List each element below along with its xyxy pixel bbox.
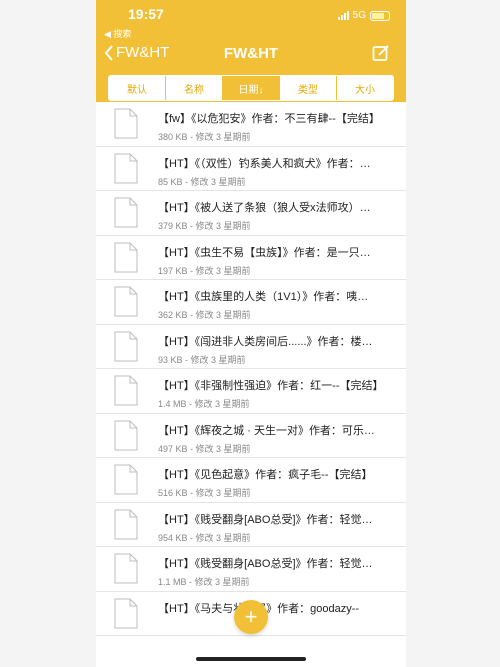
document-icon xyxy=(114,464,138,495)
file-meta: 379 KB - 修改 3 星期前 xyxy=(158,221,251,231)
file-name: 【HT】《见色起意》作者：疯子毛--【完结】 xyxy=(158,469,373,481)
page-title: FW&HT xyxy=(223,45,279,62)
file-meta: 380 KB - 修改 3 星期前 xyxy=(158,132,251,142)
add-button[interactable]: + xyxy=(234,600,268,634)
file-name: 【HT】《马夫与状元郎》作者：goodazy-- xyxy=(158,600,398,616)
file-row[interactable]: 【fw】《以危犯安》作者：不三有肆--【完结】 380 KB - 修改 3 星期前 xyxy=(96,102,406,147)
document-icon xyxy=(114,286,138,317)
file-row[interactable]: 【HT】《（双性）钓系美人和疯犬》作者：… 85 KB - 修改 3 星期前 xyxy=(96,147,406,191)
file-name: 【fw】《以危犯安》作者：不三有肆--【完结】 xyxy=(158,113,380,125)
document-icon xyxy=(114,331,138,361)
status-bar: 19:57 ◀ 搜索 5G xyxy=(96,6,406,39)
sort-segmented-control: 默认 名称 日期↓ 类型 大小 xyxy=(108,75,394,101)
document-icon xyxy=(114,420,138,450)
home-indicator xyxy=(196,657,306,661)
file-row[interactable]: 【HT】《贱受翻身[ABO总受]》作者：轻觉… 1.1 MB - 修改 3 星期前 xyxy=(96,547,406,592)
battery-icon xyxy=(370,10,390,21)
file-row[interactable]: 【HT】《贱受翻身[ABO总受]》作者：轻觉… 954 KB - 修改 3 星期前 xyxy=(96,503,406,547)
file-meta: 362 KB - 修改 3 星期前 xyxy=(158,310,251,320)
file-row[interactable]: 【HT】《被人送了条狼（狼人受x法师攻）… 379 KB - 修改 3 星期前 xyxy=(96,191,406,236)
document-icon xyxy=(114,153,138,183)
file-row[interactable]: 【HT】《非强制性强迫》作者：红一--【完结】 1.4 MB - 修改 3 星期前 xyxy=(96,369,406,414)
document-icon xyxy=(114,598,138,628)
sort-tab-1[interactable]: 名称 xyxy=(166,76,223,100)
compose-icon[interactable] xyxy=(372,44,390,62)
file-meta: 85 KB - 修改 3 星期前 xyxy=(158,176,246,187)
header-area: 19:57 ◀ 搜索 5G FW&HT FW&HT 默认 名称 日期↓ 类型 大小 xyxy=(96,0,406,102)
file-meta: 1.1 MB - 修改 3 星期前 xyxy=(158,577,250,587)
file-name: 【HT】《虫族里的人类（1V1）》作者：咦… xyxy=(158,291,369,303)
document-icon xyxy=(114,242,138,272)
file-meta: 197 KB - 修改 3 星期前 xyxy=(158,265,251,276)
file-row[interactable]: 【HT】《辉夜之城 · 天生一对》作者：可乐… 497 KB - 修改 3 星期前 xyxy=(96,414,406,458)
file-row[interactable]: 【HT】《见色起意》作者：疯子毛--【完结】 516 KB - 修改 3 星期前 xyxy=(96,458,406,503)
sort-tab-4[interactable]: 大小 xyxy=(337,76,393,100)
file-name: 【HT】《被人送了条狼（狼人受x法师攻）… xyxy=(158,202,371,214)
file-name: 【HT】《（双性）钓系美人和疯犬》作者：… xyxy=(158,157,371,170)
sort-tab-3[interactable]: 类型 xyxy=(280,76,337,100)
status-time: 19:57 xyxy=(128,6,164,22)
file-name: 【HT】《辉夜之城 · 天生一对》作者：可乐… xyxy=(158,424,375,437)
file-name: 【HT】《非强制性强迫》作者：红一--【完结】 xyxy=(158,380,384,392)
file-meta: 1.4 MB - 修改 3 星期前 xyxy=(158,399,250,409)
sort-tab-2[interactable]: 日期↓ xyxy=(223,76,280,100)
file-meta: 93 KB - 修改 3 星期前 xyxy=(158,354,246,365)
file-meta: 497 KB - 修改 3 星期前 xyxy=(158,443,251,454)
file-name: 【HT】《虫生不易【虫族】》作者：是一只… xyxy=(158,246,371,259)
navigation-bar: FW&HT FW&HT xyxy=(96,40,406,68)
document-icon xyxy=(114,509,138,539)
phone-screen: 19:57 ◀ 搜索 5G FW&HT FW&HT 默认 名称 日期↓ 类型 大小 【f… xyxy=(96,0,406,667)
status-indicators: 5G xyxy=(337,10,390,21)
document-icon xyxy=(114,375,138,406)
network-label: 5G xyxy=(352,10,366,21)
document-icon xyxy=(114,553,138,584)
file-row[interactable]: 【HT】《虫族里的人类（1V1）》作者：咦… 362 KB - 修改 3 星期前 xyxy=(96,280,406,325)
document-icon xyxy=(114,197,138,228)
file-row[interactable]: 【HT】《虫生不易【虫族】》作者：是一只… 197 KB - 修改 3 星期前 xyxy=(96,236,406,280)
file-name: 【HT】《贱受翻身[ABO总受]》作者：轻觉… xyxy=(158,558,373,570)
sort-tab-0[interactable]: 默认 xyxy=(109,76,166,100)
file-list: 【fw】《以危犯安》作者：不三有肆--【完结】 380 KB - 修改 3 星期前… xyxy=(96,102,406,636)
back-to-app-link[interactable]: ◀ 搜索 xyxy=(104,27,131,40)
file-meta: 954 KB - 修改 3 星期前 xyxy=(158,532,251,543)
file-name: 【HT】《贱受翻身[ABO总受]》作者：轻觉… xyxy=(158,513,373,526)
document-icon xyxy=(114,108,138,139)
signal-icon xyxy=(337,11,349,20)
file-name: 【HT】《闯进非人类房间后......》作者：楼… xyxy=(158,335,373,348)
file-meta: 516 KB - 修改 3 星期前 xyxy=(158,488,251,498)
file-row[interactable]: 【HT】《闯进非人类房间后......》作者：楼… 93 KB - 修改 3 星期… xyxy=(96,325,406,369)
